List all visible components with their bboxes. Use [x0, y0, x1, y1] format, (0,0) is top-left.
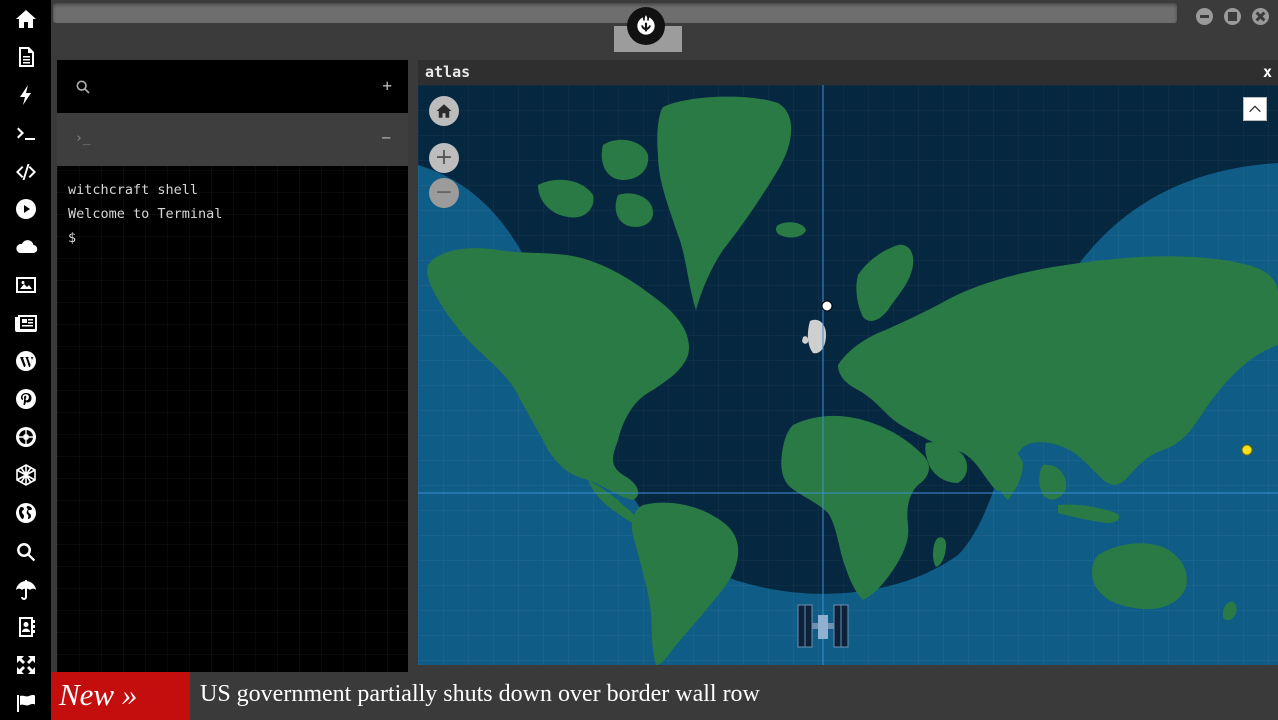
terminal-output[interactable]: witchcraft shell Welcome to Terminal $	[68, 178, 222, 250]
location-marker[interactable]	[821, 300, 833, 312]
map-home-button[interactable]	[429, 96, 459, 126]
terminal-line: Welcome to Terminal	[68, 206, 223, 222]
search-icon[interactable]	[75, 79, 91, 95]
world-map-canvas[interactable]	[418, 85, 1278, 665]
galactic-empire-icon[interactable]	[12, 423, 40, 451]
address-bar[interactable]	[53, 3, 1177, 23]
home-icon[interactable]	[12, 5, 40, 33]
code-icon[interactable]	[12, 158, 40, 186]
cloud-icon[interactable]	[12, 233, 40, 261]
sidebar	[0, 0, 51, 720]
news-badge: New »	[51, 672, 190, 720]
terminal-prompt-icon: ›_	[75, 131, 91, 146]
contacts-icon[interactable]	[12, 613, 40, 641]
atlas-close-button[interactable]: x	[1263, 63, 1272, 81]
maximize-icon[interactable]	[1224, 8, 1241, 25]
ireland-highlight	[802, 336, 809, 344]
pinterest-icon[interactable]	[12, 385, 40, 413]
image-icon[interactable]	[12, 271, 40, 299]
terminal-prompt: $	[68, 230, 77, 246]
app-root: + ›_ − witchcraft shell Welcome to Termi…	[0, 0, 1278, 720]
add-terminal-button[interactable]: +	[382, 76, 392, 95]
umbrella-icon[interactable]	[12, 576, 40, 604]
terminal-line: witchcraft shell	[68, 182, 199, 198]
chevron-up-icon	[1249, 105, 1261, 113]
terminal-panel: + ›_ − witchcraft shell Welcome to Termi…	[57, 60, 408, 672]
rebel-alliance-logo-icon[interactable]	[627, 7, 665, 45]
top-bar	[51, 0, 1278, 56]
sun-marker[interactable]	[1241, 444, 1253, 456]
atlas-window: atlas x + −	[418, 60, 1278, 665]
wordpress-icon[interactable]	[12, 347, 40, 375]
search-icon[interactable]	[12, 538, 40, 566]
atlas-title: atlas	[425, 63, 471, 81]
collapse-panel-button[interactable]	[1243, 97, 1267, 121]
bolt-icon[interactable]	[12, 81, 40, 109]
world-map[interactable]: + −	[418, 85, 1278, 665]
atlas-title-bar: atlas x	[418, 60, 1278, 85]
document-icon[interactable]	[12, 43, 40, 71]
play-icon[interactable]	[12, 195, 40, 223]
news-ticker: New » US government partially shuts down…	[51, 672, 1278, 720]
minimize-icon[interactable]	[1196, 8, 1213, 25]
expand-arrows-icon[interactable]	[12, 651, 40, 679]
zoom-in-button[interactable]: +	[429, 143, 459, 173]
news-icon[interactable]	[12, 309, 40, 337]
terminal-icon[interactable]	[12, 120, 40, 148]
terminal-search-bar[interactable]: +	[57, 60, 408, 113]
zoom-out-button[interactable]: −	[429, 178, 459, 208]
news-headline[interactable]: US government partially shuts down over …	[200, 672, 760, 720]
flag-icon[interactable]	[12, 689, 40, 717]
home-icon	[436, 104, 452, 118]
globe-wireframe-icon[interactable]	[12, 461, 40, 489]
close-window-icon[interactable]	[1252, 8, 1269, 25]
collapse-terminal-button[interactable]: −	[381, 128, 391, 147]
terminal-tab[interactable]: ›_ −	[57, 113, 408, 166]
earth-icon[interactable]	[12, 499, 40, 527]
